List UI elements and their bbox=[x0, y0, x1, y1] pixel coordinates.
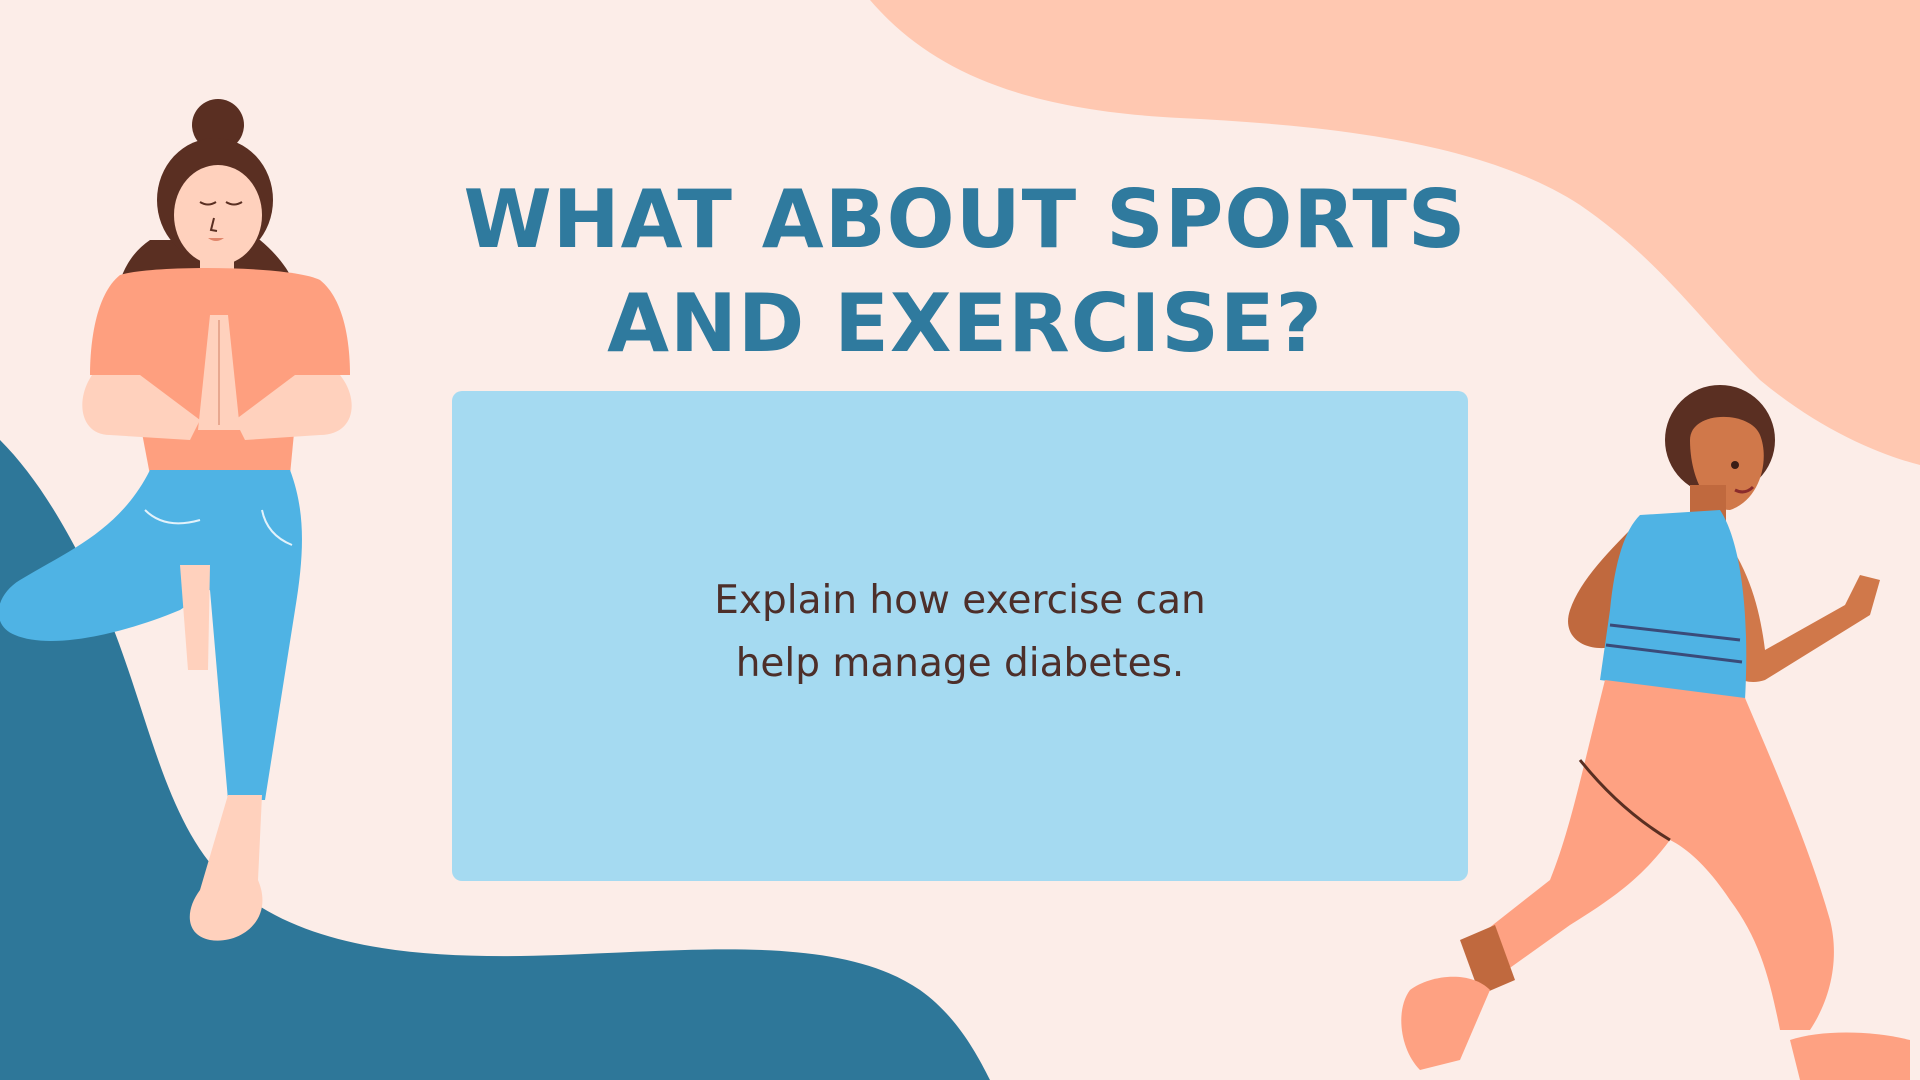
yoga-woman-illustration bbox=[0, 99, 352, 941]
card-text-line-2: help manage diabetes. bbox=[735, 641, 1185, 686]
content-card: Explain how exercise can help manage dia… bbox=[452, 391, 1468, 881]
card-text: Explain how exercise can help manage dia… bbox=[452, 569, 1468, 695]
title-line-2: AND EXERCISE? bbox=[607, 277, 1323, 370]
title-line-1: WHAT ABOUT SPORTS bbox=[463, 173, 1467, 266]
slide: WHAT ABOUT SPORTS AND EXERCISE? Explain … bbox=[0, 0, 1920, 1080]
card-text-line-1: Explain how exercise can bbox=[714, 578, 1206, 623]
page-title: WHAT ABOUT SPORTS AND EXERCISE? bbox=[400, 168, 1530, 376]
